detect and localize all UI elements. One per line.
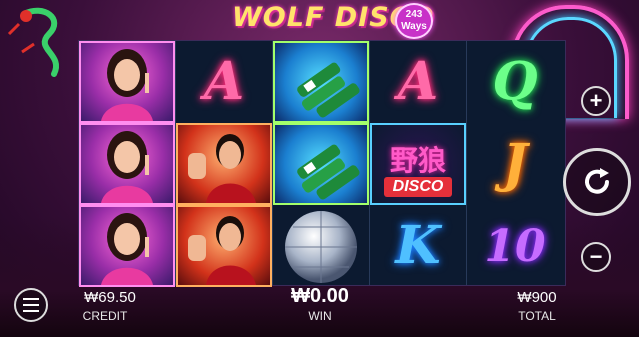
letter-k: K (395, 215, 441, 276)
woman-portrait-icon (101, 49, 153, 121)
symbol-woman (79, 205, 175, 287)
symbol-bottles (273, 41, 369, 123)
letter-a: A (397, 51, 439, 112)
symbol-number-10: 10 (467, 205, 563, 287)
spin-button[interactable] (563, 148, 631, 216)
credit-label: CREDIT (82, 309, 128, 323)
woman-portrait-icon (101, 213, 153, 285)
symbol-letter-j: J (467, 123, 563, 205)
symbol-woman (79, 123, 175, 205)
symbol-bottles (273, 123, 369, 205)
symbol-woman (79, 41, 175, 123)
dragon-neon-icon (7, 7, 59, 77)
disco-ball-icon (285, 211, 357, 283)
symbol-letter-a: A (176, 41, 272, 123)
man-portrait-icon (188, 134, 256, 203)
win-label: WIN (308, 309, 332, 323)
ways-number: 243 (405, 9, 423, 20)
plus-icon: + (589, 88, 603, 113)
ways-badge: 243 Ways (395, 3, 433, 39)
symbol-wild: 野狼 DISCO (370, 123, 466, 205)
number-10: 10 (484, 221, 546, 272)
letter-j: J (502, 133, 528, 194)
wild-chinese-label: 野狼 (389, 144, 446, 177)
credit-value: ₩69.50 (84, 289, 136, 306)
symbol-letter-a: A (370, 41, 466, 123)
total-label: TOTAL (518, 309, 556, 323)
beer-bottles-icon (297, 144, 360, 200)
beer-bottles-icon (297, 62, 360, 118)
symbol-disco-ball (273, 205, 369, 287)
letter-q: Q (492, 51, 538, 112)
reel-grid: A A 野狼 DISCO K Q J 10 (78, 40, 566, 287)
refresh-icon (585, 168, 609, 194)
decrease-bet-button[interactable]: − (581, 242, 611, 272)
bottom-bar: ₩69.50 CREDIT ₩0.00 WIN ₩900 TOTAL (0, 285, 639, 337)
total-value: ₩900 (517, 289, 557, 306)
wild-disco-label: DISCO (384, 177, 452, 197)
menu-button[interactable] (14, 288, 48, 322)
minus-icon: − (589, 244, 603, 269)
symbol-letter-q: Q (467, 41, 563, 123)
letter-a: A (203, 51, 245, 112)
win-value: ₩0.00 (291, 285, 349, 307)
ways-word: Ways (401, 21, 427, 32)
symbol-man (176, 205, 272, 287)
increase-bet-button[interactable]: + (581, 86, 611, 116)
man-portrait-icon (188, 216, 256, 285)
menu-icon (23, 298, 39, 312)
symbol-man (176, 123, 272, 205)
symbol-letter-k: K (370, 205, 466, 287)
woman-portrait-icon (101, 131, 153, 203)
